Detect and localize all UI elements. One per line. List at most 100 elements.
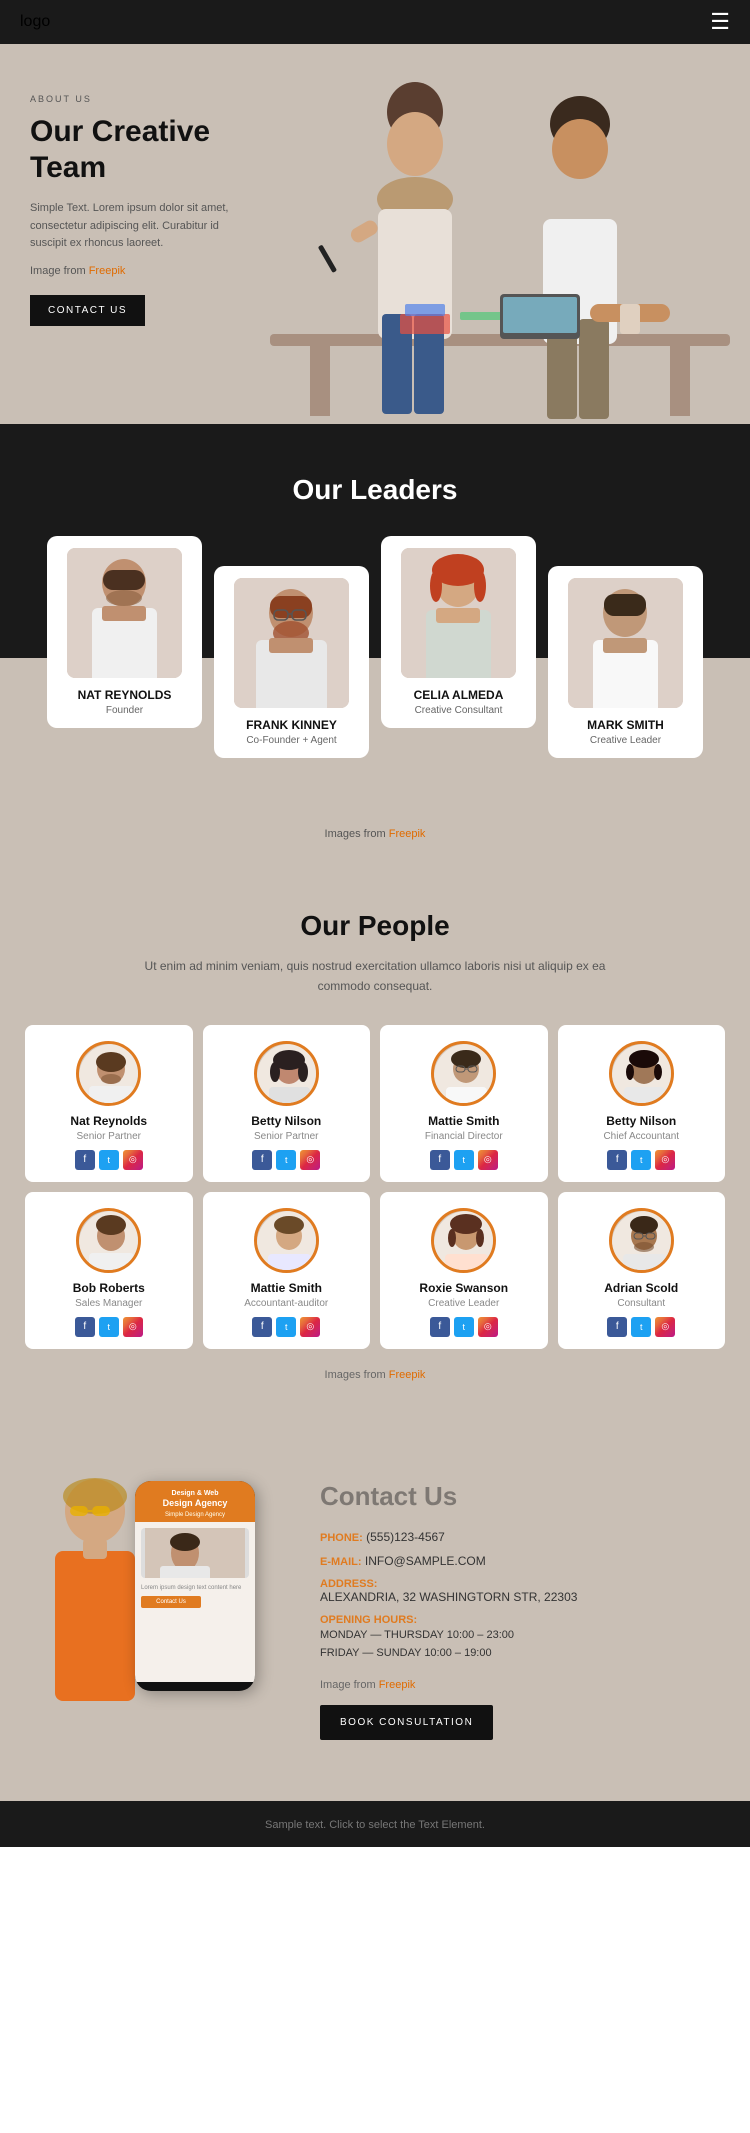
avatar-6 [431,1208,496,1273]
facebook-icon-7[interactable]: f [607,1317,627,1337]
person-name-6: Roxie Swanson [388,1281,540,1295]
facebook-icon-6[interactable]: f [430,1317,450,1337]
navbar: logo ☰ [0,0,750,44]
hero-image-area [250,44,750,424]
instagram-icon-2[interactable]: ◎ [478,1150,498,1170]
facebook-icon-5[interactable]: f [252,1317,272,1337]
leader-role-nat: Founder [57,705,192,716]
facebook-icon-0[interactable]: f [75,1150,95,1170]
instagram-icon-5[interactable]: ◎ [300,1317,320,1337]
contact-info: Contact Us PHONE: (555)123-4567 E-MAIL: … [320,1451,725,1740]
person-role-4: Sales Manager [33,1298,185,1309]
leader-photo-celia [401,548,516,678]
leader-card-nat: NAT REYNOLDS Founder [47,536,202,728]
person-card-3: Betty Nilson Chief Accountant f t ◎ [558,1025,726,1182]
facebook-icon-1[interactable]: f [252,1150,272,1170]
instagram-icon-3[interactable]: ◎ [655,1150,675,1170]
person-role-7: Consultant [566,1298,718,1309]
contact-freepik: Image from Freepik [320,1679,725,1691]
contact-section: Design & Web Design Agency Simple Design… [0,1411,750,1801]
social-3: f t ◎ [566,1150,718,1170]
avatar-3 [609,1041,674,1106]
nav-logo: logo [20,13,50,31]
people-section: Our People Ut enim ad minim veniam, quis… [0,870,750,1411]
people-freepik-link[interactable]: Freepik [389,1369,426,1381]
social-7: f t ◎ [566,1317,718,1337]
social-2: f t ◎ [388,1150,540,1170]
person-role-2: Financial Director [388,1131,540,1142]
leaders-footer: Images from Freepik [0,758,750,870]
contact-hours-row: OPENING HOURS:MONDAY — THURSDAY 10:00 – … [320,1614,725,1663]
instagram-icon-6[interactable]: ◎ [478,1317,498,1337]
leaders-title: Our Leaders [0,474,750,506]
person-name-3: Betty Nilson [566,1114,718,1128]
person-card-7: Adrian Scold Consultant f t ◎ [558,1192,726,1349]
hero-freepik-text: Image from Freepik [30,265,230,277]
contact-address-row: ADDRESS:ALEXANDRIA, 32 WASHINGTORN STR, … [320,1578,725,1604]
twitter-icon-0[interactable]: t [99,1150,119,1170]
people-description: Ut enim ad minim veniam, quis nostrud ex… [135,956,615,997]
twitter-icon-7[interactable]: t [631,1317,651,1337]
contact-freepik-link[interactable]: Freepik [379,1679,416,1691]
avatar-2 [431,1041,496,1106]
footer: Sample text. Click to select the Text El… [0,1801,750,1847]
person-card-1: Betty Nilson Senior Partner f t ◎ [203,1025,371,1182]
twitter-icon-1[interactable]: t [276,1150,296,1170]
instagram-icon-1[interactable]: ◎ [300,1150,320,1170]
person-role-5: Accountant-auditor [211,1298,363,1309]
leader-photo-mark [568,578,683,708]
person-card-2: Mattie Smith Financial Director f t ◎ [380,1025,548,1182]
hamburger-icon[interactable]: ☰ [710,9,730,35]
contact-phone-row: PHONE: (555)123-4567 [320,1530,725,1544]
social-1: f t ◎ [211,1150,363,1170]
person-name-0: Nat Reynolds [33,1114,185,1128]
facebook-icon-2[interactable]: f [430,1150,450,1170]
facebook-icon-3[interactable]: f [607,1150,627,1170]
leader-name-frank: FRANK KINNEY [224,718,359,732]
leaders-header: Our Leaders [0,424,750,536]
person-card-4: Bob Roberts Sales Manager f t ◎ [25,1192,193,1349]
hero-title: Our Creative Team [30,114,230,186]
about-label: ABOUT US [30,94,230,104]
social-5: f t ◎ [211,1317,363,1337]
avatar-0 [76,1041,141,1106]
hero-freepik-link[interactable]: Freepik [89,265,126,277]
person-card-5: Mattie Smith Accountant-auditor f t ◎ [203,1192,371,1349]
social-6: f t ◎ [388,1317,540,1337]
leader-name-nat: NAT REYNOLDS [57,688,192,702]
phone-mockup: Design & Web Design Agency Simple Design… [135,1481,255,1691]
facebook-icon-4[interactable]: f [75,1317,95,1337]
hero-description: Simple Text. Lorem ipsum dolor sit amet,… [30,200,230,253]
twitter-icon-5[interactable]: t [276,1317,296,1337]
hero-text: ABOUT US Our Creative Team Simple Text. … [0,44,250,356]
person-name-1: Betty Nilson [211,1114,363,1128]
person-card-6: Roxie Swanson Creative Leader f t ◎ [380,1192,548,1349]
book-consultation-button[interactable]: BOOK CONSULTATION [320,1705,493,1740]
contact-visual: Design & Web Design Agency Simple Design… [25,1451,305,1751]
person-name-5: Mattie Smith [211,1281,363,1295]
instagram-icon-7[interactable]: ◎ [655,1317,675,1337]
leaders-cards-row: NAT REYNOLDS Founder [40,536,710,758]
people-grid: Nat Reynolds Senior Partner f t ◎ Be [25,1025,725,1349]
leader-photo-frank [234,578,349,708]
leaders-freepik-link[interactable]: Freepik [389,828,426,840]
person-role-3: Chief Accountant [566,1131,718,1142]
leaders-freepik: Images from Freepik [0,828,750,840]
twitter-icon-4[interactable]: t [99,1317,119,1337]
avatar-5 [254,1208,319,1273]
leader-card-celia: CELIA ALMEDA Creative Consultant [381,536,536,728]
contact-us-button[interactable]: CONTACT US [30,295,145,326]
twitter-icon-2[interactable]: t [454,1150,474,1170]
leader-role-mark: Creative Leader [558,735,693,746]
instagram-icon-0[interactable]: ◎ [123,1150,143,1170]
person-name-7: Adrian Scold [566,1281,718,1295]
avatar-4 [76,1208,141,1273]
twitter-icon-3[interactable]: t [631,1150,651,1170]
instagram-icon-4[interactable]: ◎ [123,1317,143,1337]
social-4: f t ◎ [33,1317,185,1337]
leader-card-frank: FRANK KINNEY Co-Founder + Agent [214,566,369,758]
footer-text: Sample text. Click to select the Text El… [265,1819,485,1831]
twitter-icon-6[interactable]: t [454,1317,474,1337]
people-title: Our People [25,910,725,942]
person-card-0: Nat Reynolds Senior Partner f t ◎ [25,1025,193,1182]
